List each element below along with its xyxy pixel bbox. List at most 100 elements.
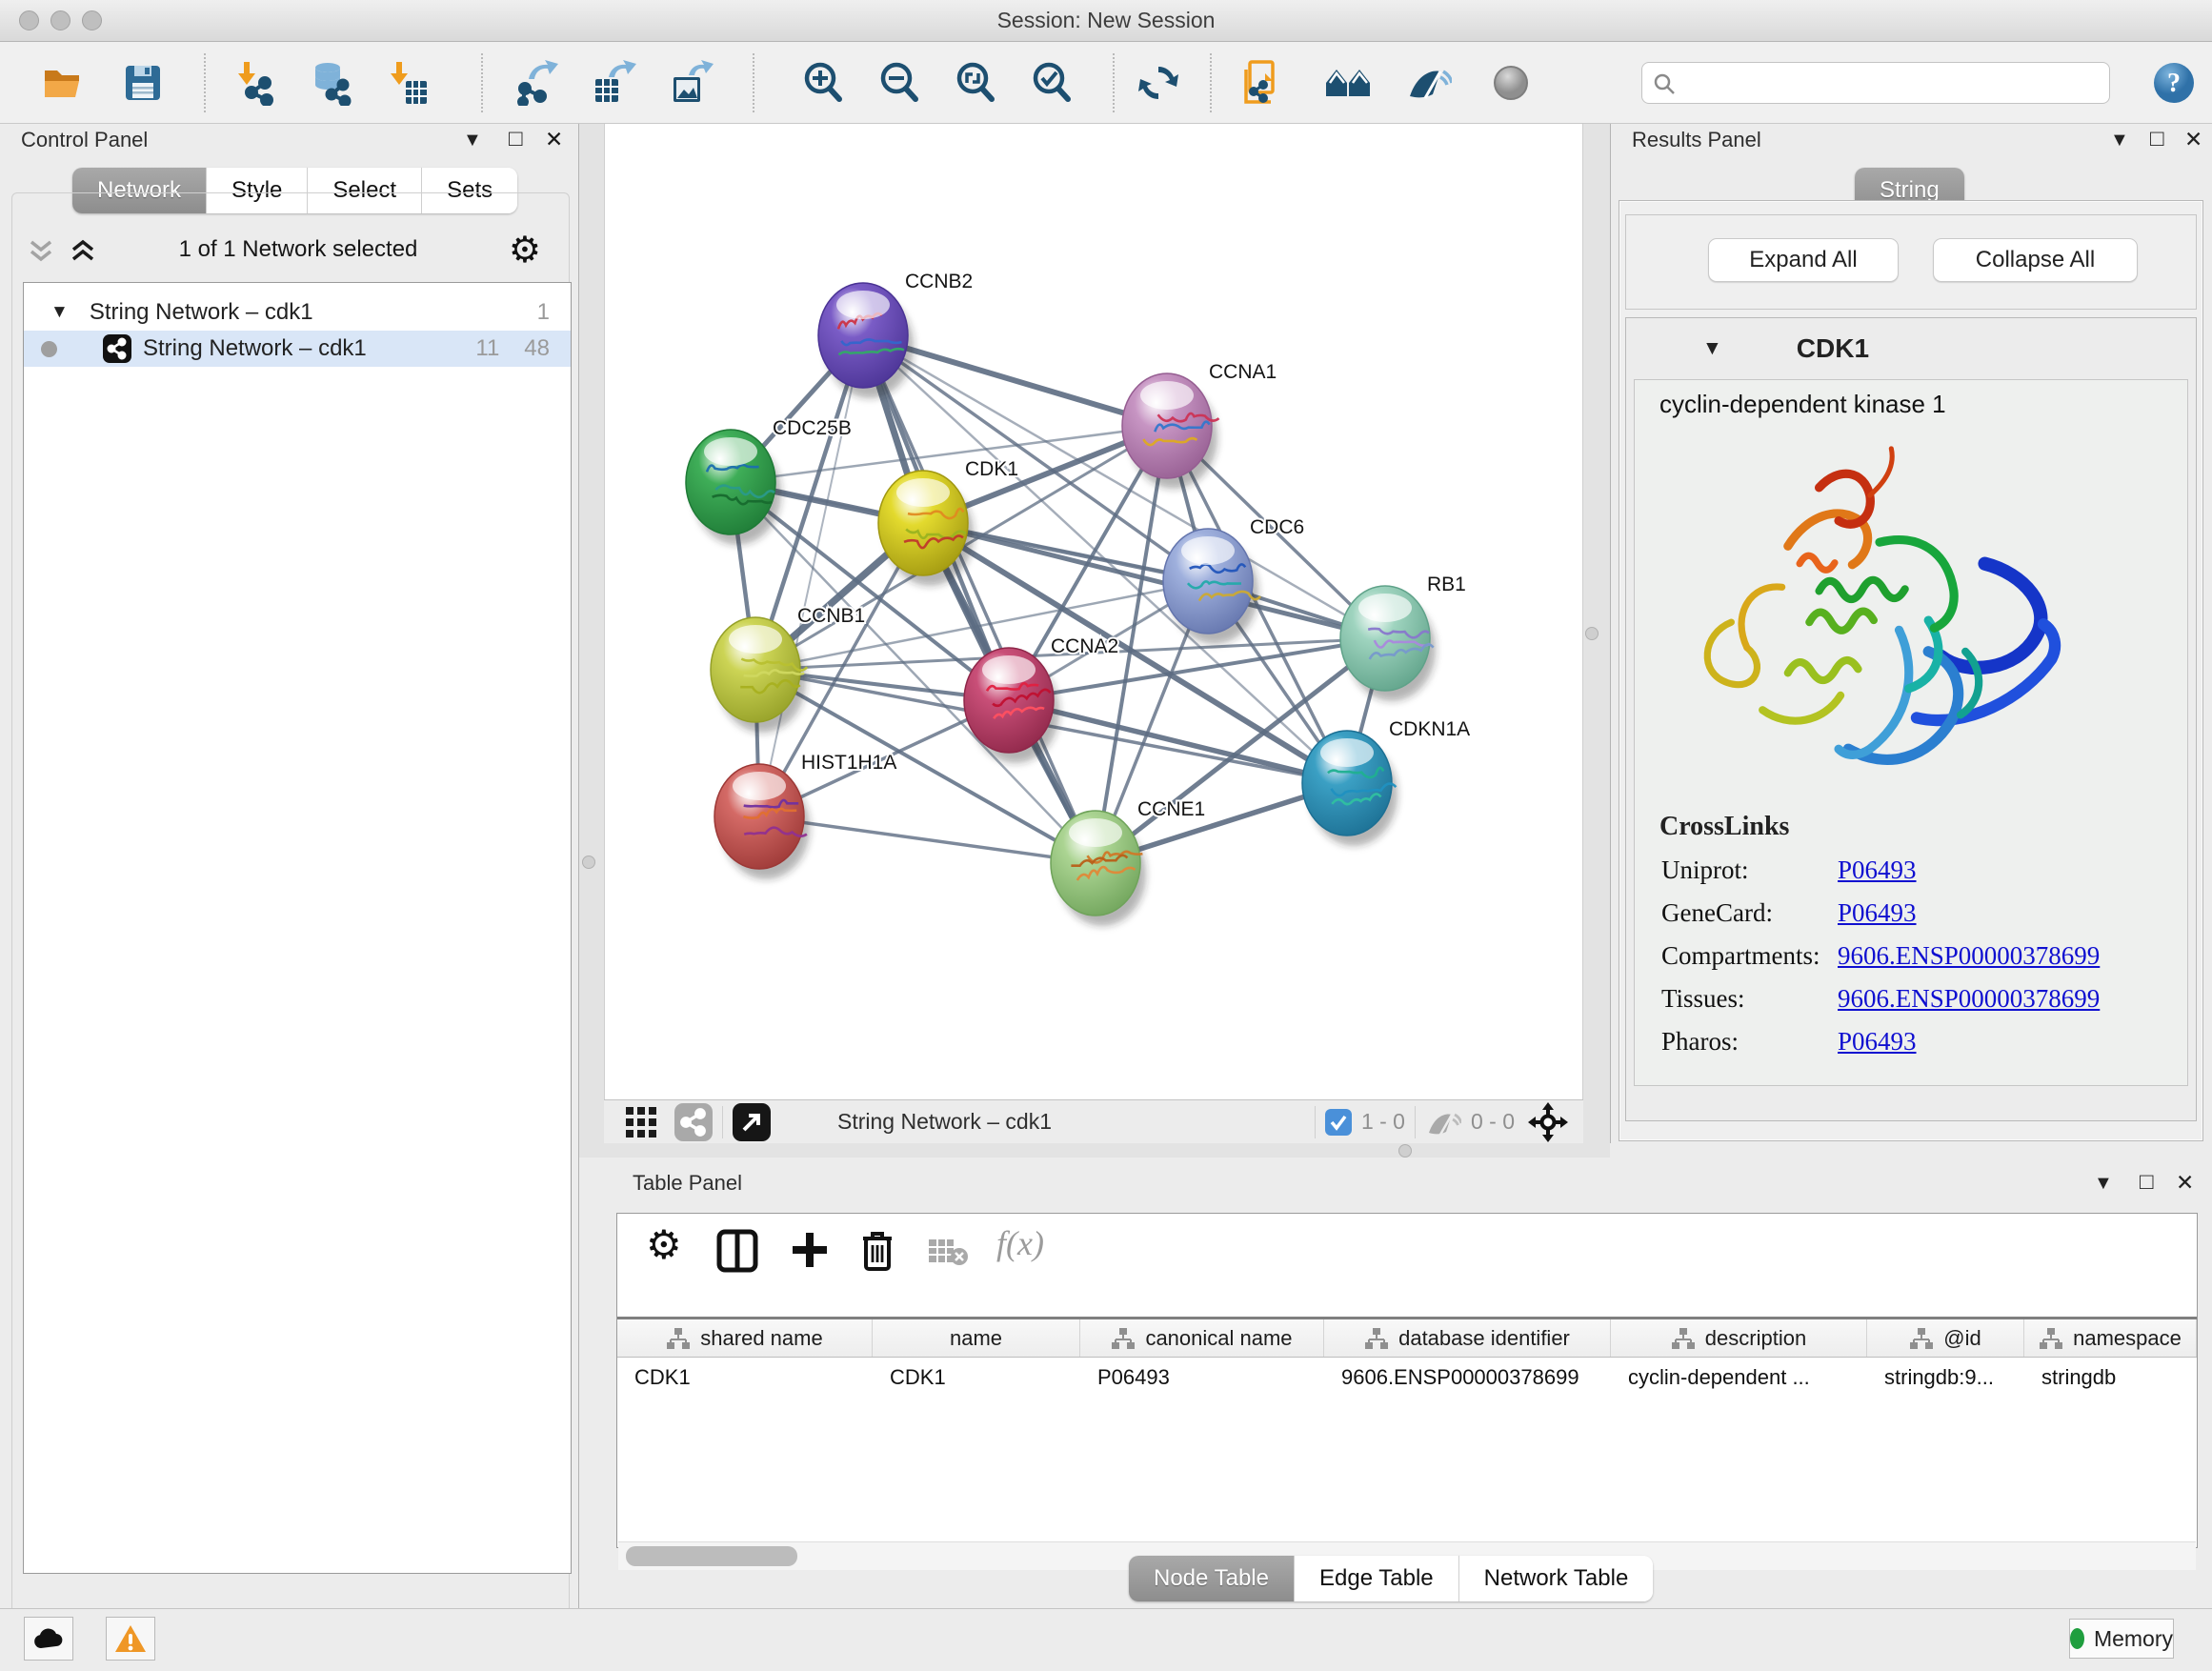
open-session-icon[interactable] <box>36 56 90 110</box>
import-network-file-icon[interactable] <box>227 56 280 110</box>
open-in-window-icon[interactable] <box>733 1103 771 1141</box>
right-splitter-handle[interactable] <box>1585 627 1599 640</box>
selected-checkbox-icon[interactable] <box>1325 1109 1352 1136</box>
protein-structure-image[interactable] <box>1673 427 2082 808</box>
results-panel-float-icon[interactable]: □ <box>2150 126 2164 152</box>
network-row[interactable]: String Network – cdk1 11 48 <box>24 331 571 367</box>
network-node-RB1[interactable]: RB1 <box>1340 574 1466 701</box>
show-columns-icon[interactable] <box>716 1227 758 1275</box>
import-table-file-icon[interactable] <box>379 56 432 110</box>
table-cell[interactable]: cyclin-dependent ... <box>1611 1358 1867 1397</box>
column-header-label: namespace <box>2073 1326 2182 1351</box>
network-node-CDKN1A[interactable]: CDKN1A <box>1302 718 1470 846</box>
table-cell[interactable]: P06493 <box>1080 1358 1324 1397</box>
protein-disclosure-icon[interactable]: ▼ <box>1702 337 1722 360</box>
collapse-all-button[interactable]: Collapse All <box>1933 238 2138 282</box>
left-splitter-handle[interactable] <box>582 856 595 869</box>
import-network-database-icon[interactable] <box>303 56 356 110</box>
save-session-icon[interactable] <box>116 56 170 110</box>
crosslink-link[interactable]: 9606.ENSP00000378699 <box>1838 984 2100 1014</box>
column-header-@id[interactable]: @id <box>1867 1319 2024 1357</box>
horizontal-splitter-handle[interactable] <box>1398 1144 1412 1158</box>
tab-edge-table[interactable]: Edge Table <box>1295 1556 1459 1601</box>
network-list-toolbar: 1 of 1 Network selected ⚙ <box>19 231 558 272</box>
memory-button[interactable]: Memory <box>2069 1619 2174 1659</box>
show-all-icon[interactable] <box>1484 56 1538 110</box>
network-node-HIST1H1A[interactable]: HIST1H1A <box>714 752 896 879</box>
warning-status-button[interactable] <box>106 1617 155 1661</box>
function-builder-icon[interactable]: f(x) <box>996 1223 1044 1263</box>
crosslink-link[interactable]: P06493 <box>1838 1027 1917 1057</box>
table-options-gear-icon[interactable]: ⚙ <box>646 1221 682 1268</box>
control-panel-close-icon[interactable]: ✕ <box>545 127 563 152</box>
crosslink-link[interactable]: P06493 <box>1838 898 1917 928</box>
zoom-in-icon[interactable] <box>796 56 850 110</box>
table-panel-float-icon[interactable]: □ <box>2140 1169 2154 1196</box>
crosslink-label: Pharos: <box>1661 1027 1838 1057</box>
table-cell[interactable]: stringdb <box>2024 1358 2197 1397</box>
column-header-description[interactable]: description <box>1611 1319 1867 1357</box>
string-results-container: Expand All Collapse All ▼ CDK1 cyclin-de… <box>1619 200 2203 1141</box>
birds-eye-view-icon[interactable] <box>625 1106 657 1138</box>
results-panel-menu-icon[interactable]: ▼ <box>2110 130 2129 151</box>
expand-all-button[interactable]: Expand All <box>1708 238 1899 282</box>
table-cell[interactable]: CDK1 <box>873 1358 1080 1397</box>
hide-selected-icon[interactable] <box>1401 56 1455 110</box>
toolbar-separator <box>481 53 483 112</box>
network-edge-CCNA2-CDKN1A[interactable] <box>1009 700 1347 783</box>
network-edge-CDK1-RB1[interactable] <box>923 523 1385 638</box>
results-panel-close-icon[interactable]: ✕ <box>2184 127 2202 152</box>
zoom-selected-icon[interactable] <box>1025 56 1078 110</box>
table-row[interactable]: CDK1CDK1P064939606.ENSP00000378699cyclin… <box>617 1358 2197 1397</box>
control-panel-float-icon[interactable]: □ <box>509 126 523 152</box>
network-node-CCNA1[interactable]: CCNA1 <box>1122 361 1277 489</box>
search-field[interactable] <box>1641 62 2110 104</box>
network-options-gear-icon[interactable]: ⚙ <box>509 229 541 272</box>
control-panel-menu-icon[interactable]: ▼ <box>463 130 482 151</box>
collection-disclosure-icon[interactable]: ▼ <box>50 302 69 323</box>
help-icon[interactable]: ? <box>2147 56 2201 110</box>
column-header-namespace[interactable]: namespace <box>2024 1319 2197 1357</box>
zoom-fit-icon[interactable] <box>949 56 1002 110</box>
table-cell[interactable]: CDK1 <box>617 1358 873 1397</box>
network-edge-CCNE1-HIST1H1A[interactable] <box>759 816 1096 863</box>
delete-column-icon[interactable] <box>857 1227 897 1275</box>
hidden-eye-slash-icon[interactable] <box>1425 1108 1461 1137</box>
protein-section-header[interactable]: ▼ CDK1 <box>1626 318 2196 379</box>
table-cell[interactable]: 9606.ENSP00000378699 <box>1324 1358 1611 1397</box>
add-column-icon[interactable] <box>787 1227 833 1273</box>
expand-all-icon[interactable] <box>69 238 97 265</box>
fit-content-crosshair-icon[interactable] <box>1528 1102 1568 1142</box>
network-node-CCNB2[interactable]: CCNB2 <box>818 271 973 398</box>
table-panel-close-icon[interactable]: ✕ <box>2176 1170 2194 1196</box>
export-network-icon[interactable] <box>512 56 565 110</box>
network-canvas[interactable]: CCNB2CCNA1CDC25BCDK1CDC6RB1CCNB1CCNA2CDK… <box>604 124 1583 1099</box>
crosslink-link[interactable]: 9606.ENSP00000378699 <box>1838 941 2100 971</box>
delete-table-icon[interactable] <box>928 1237 970 1267</box>
table-panel-title: Table Panel <box>633 1171 742 1196</box>
network-edge-CCNB2-CCNE1[interactable] <box>863 335 1096 863</box>
network-node-CCNE1[interactable]: CCNE1 <box>1051 798 1205 926</box>
crosslink-link[interactable]: P06493 <box>1838 856 1917 885</box>
clone-network-icon[interactable] <box>1237 56 1290 110</box>
cloud-status-button[interactable] <box>24 1617 73 1661</box>
selected-counts: 1 - 0 <box>1361 1109 1405 1135</box>
column-header-canonical-name[interactable]: canonical name <box>1080 1319 1324 1357</box>
collapse-all-icon[interactable] <box>27 238 55 265</box>
column-header-database-identifier[interactable]: database identifier <box>1324 1319 1611 1357</box>
zoom-out-icon[interactable] <box>873 56 926 110</box>
scrollbar-thumb[interactable] <box>626 1546 797 1566</box>
export-table-icon[interactable] <box>588 56 641 110</box>
table-panel-menu-icon[interactable]: ▼ <box>2094 1173 2113 1195</box>
column-header-name[interactable]: name <box>873 1319 1080 1357</box>
column-header-shared-name[interactable]: shared name <box>617 1319 873 1357</box>
tab-node-table[interactable]: Node Table <box>1129 1556 1295 1601</box>
table-cell[interactable]: stringdb:9... <box>1867 1358 2024 1397</box>
first-neighbors-icon[interactable] <box>1321 56 1375 110</box>
export-image-icon[interactable] <box>664 56 717 110</box>
string-view-icon[interactable] <box>674 1103 713 1141</box>
tab-network-table[interactable]: Network Table <box>1459 1556 1654 1601</box>
network-collection-row[interactable]: ▼ String Network – cdk1 1 <box>24 294 571 331</box>
search-input[interactable] <box>1684 65 2094 99</box>
refresh-view-icon[interactable] <box>1132 56 1185 110</box>
